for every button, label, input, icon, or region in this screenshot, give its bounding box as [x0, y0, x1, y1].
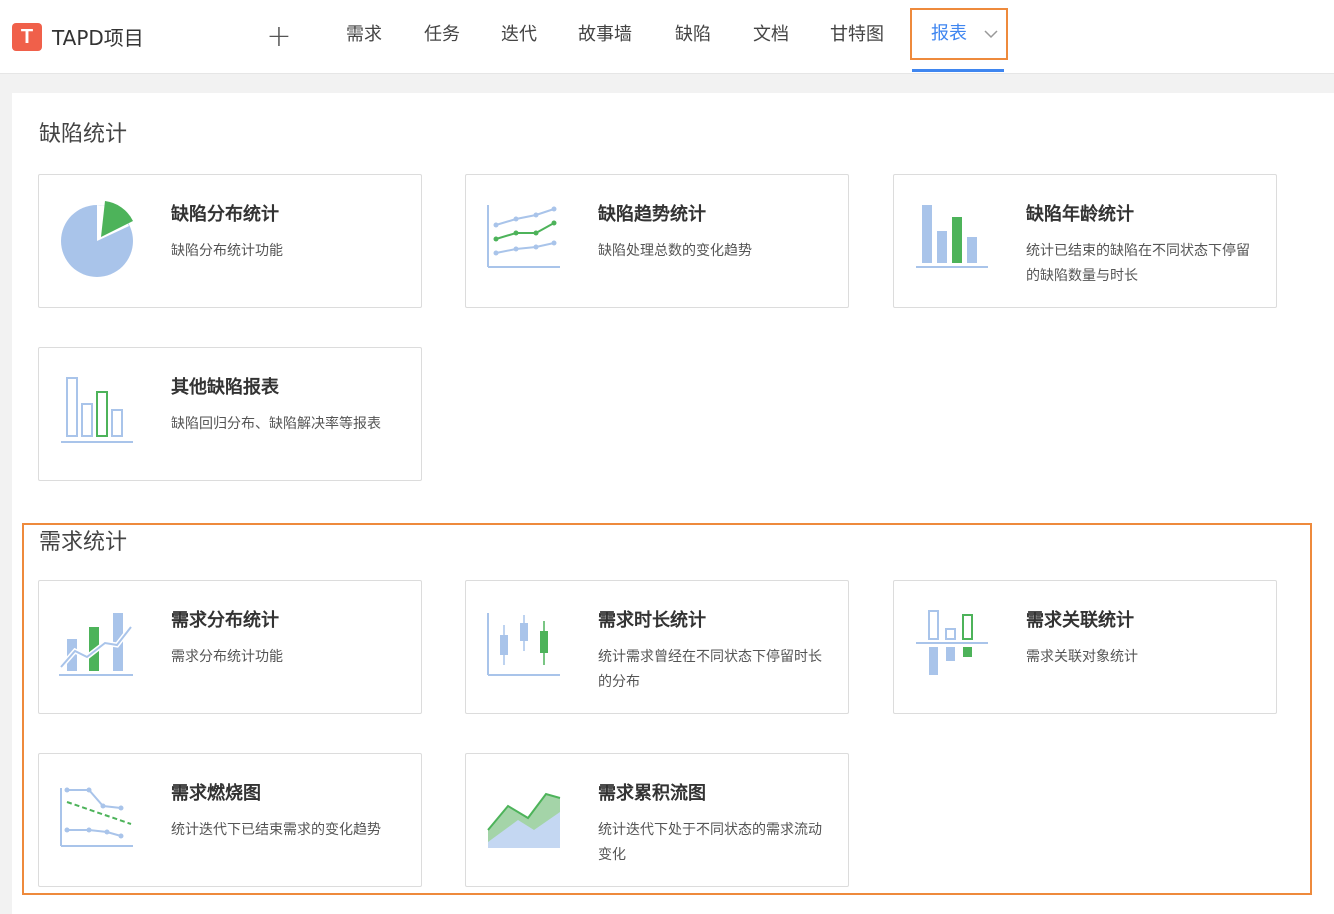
- add-button[interactable]: +: [266, 22, 292, 52]
- card-requirement-relations[interactable]: 需求关联统计 需求关联对象统计: [893, 580, 1277, 714]
- reports-panel: 缺陷统计 缺陷分布统计 缺陷分布统计功能 缺陷趋势统计 缺陷处理总数的变化趋势: [12, 93, 1334, 914]
- card-description: 缺陷处理总数的变化趋势: [598, 243, 752, 259]
- nav-tab-defects[interactable]: 缺陷: [675, 22, 711, 48]
- card-defect-trend[interactable]: 缺陷趋势统计 缺陷处理总数的变化趋势: [465, 174, 849, 308]
- card-requirement-burndown[interactable]: 需求燃烧图 统计迭代下已结束需求的变化趋势: [38, 753, 422, 887]
- card-description: 统计迭代下处于不同状态的需求流动变化: [598, 822, 822, 863]
- nav-tab-reports[interactable]: 报表: [910, 8, 1008, 60]
- card-description: 统计迭代下已结束需求的变化趋势: [171, 822, 381, 838]
- card-title: 缺陷分布统计: [171, 204, 279, 225]
- card-defect-age[interactable]: 缺陷年龄统计 统计已结束的缺陷在不同状态下停留的缺陷数量与时长: [893, 174, 1277, 308]
- card-title: 其他缺陷报表: [171, 377, 279, 398]
- line-trend-icon: [487, 205, 560, 268]
- card-description: 缺陷回归分布、缺陷解决率等报表: [171, 416, 381, 432]
- candlestick-icon: [487, 613, 560, 676]
- card-other-defect-reports[interactable]: 其他缺陷报表 缺陷回归分布、缺陷解决率等报表: [38, 347, 422, 481]
- app-logo[interactable]: T: [12, 23, 42, 51]
- card-requirement-duration[interactable]: 需求时长统计 统计需求曾经在不同状态下停留时长的分布: [465, 580, 849, 714]
- top-navigation-bar: T TAPD项目 + 需求 任务 迭代 故事墙 缺陷 文档 甘特图 报表: [0, 0, 1334, 74]
- card-title: 需求时长统计: [598, 610, 706, 631]
- card-description: 统计需求曾经在不同状态下停留时长的分布: [598, 649, 822, 690]
- project-name[interactable]: TAPD项目: [52, 25, 144, 51]
- card-title: 需求分布统计: [171, 610, 279, 631]
- bar-chart-icon: [916, 205, 988, 268]
- active-tab-indicator: [912, 69, 1004, 72]
- card-requirement-cumulative-flow[interactable]: 需求累积流图 统计迭代下处于不同状态的需求流动变化: [465, 753, 849, 887]
- card-description: 统计已结束的缺陷在不同状态下停留的缺陷数量与时长: [1026, 243, 1250, 284]
- area-flow-icon: [487, 792, 561, 848]
- pie-chart-icon: [61, 201, 133, 277]
- chevron-down-icon: [984, 30, 998, 39]
- nav-tab-iterations[interactable]: 迭代: [501, 22, 537, 48]
- bar-line-combo-icon: [59, 613, 133, 676]
- card-title: 需求燃烧图: [171, 783, 261, 804]
- card-defect-distribution[interactable]: 缺陷分布统计 缺陷分布统计功能: [38, 174, 422, 308]
- nav-tab-story-wall[interactable]: 故事墙: [578, 22, 632, 48]
- card-title: 缺陷年龄统计: [1026, 204, 1134, 225]
- card-title: 需求累积流图: [598, 783, 706, 804]
- section-title-requirement-stats: 需求统计: [39, 530, 128, 555]
- card-title: 缺陷趋势统计: [598, 204, 706, 225]
- nav-tab-reports-label: 报表: [931, 23, 967, 44]
- nav-tab-gantt[interactable]: 甘特图: [830, 22, 884, 48]
- outline-bar-icon: [61, 377, 133, 443]
- card-requirement-distribution[interactable]: 需求分布统计 需求分布统计功能: [38, 580, 422, 714]
- card-title: 需求关联统计: [1026, 610, 1134, 631]
- nav-tab-tasks[interactable]: 任务: [424, 22, 460, 48]
- card-description: 需求分布统计功能: [171, 649, 283, 665]
- diverging-bar-icon: [916, 610, 988, 675]
- card-description: 需求关联对象统计: [1026, 649, 1138, 665]
- card-description: 缺陷分布统计功能: [171, 243, 283, 259]
- nav-tab-requirements[interactable]: 需求: [346, 22, 382, 48]
- section-title-defect-stats: 缺陷统计: [39, 122, 128, 147]
- nav-tab-documents[interactable]: 文档: [753, 22, 789, 48]
- burndown-icon: [60, 787, 133, 847]
